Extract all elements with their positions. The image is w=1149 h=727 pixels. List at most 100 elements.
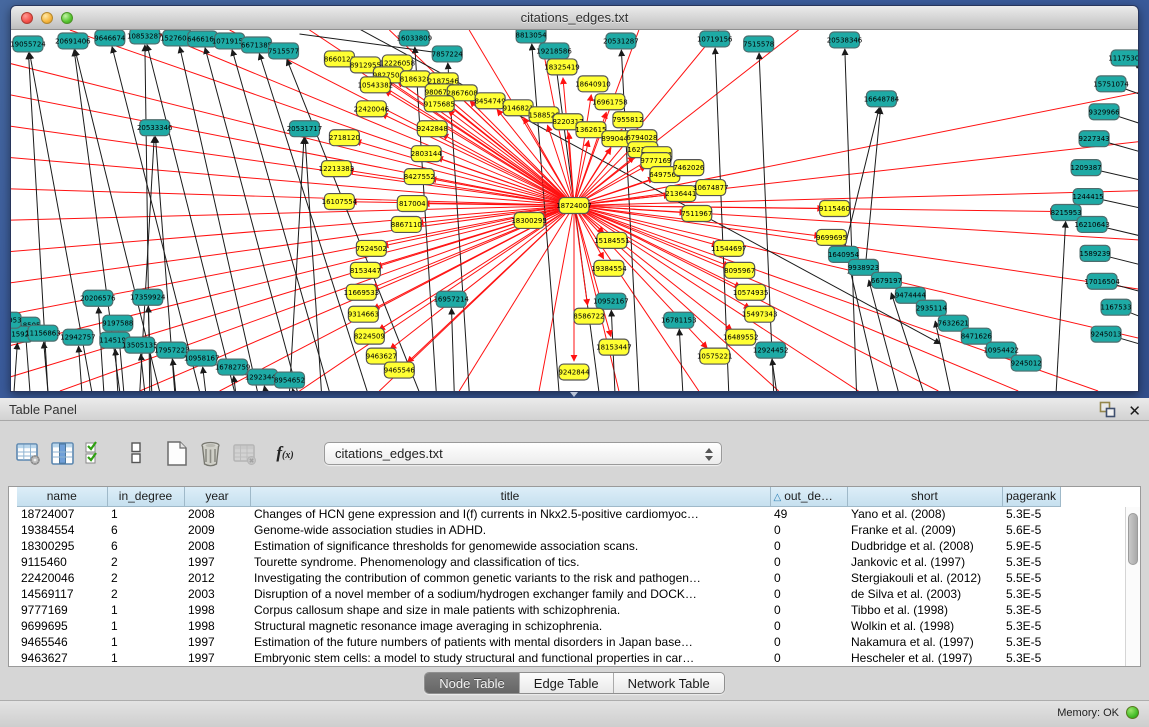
graph-node[interactable]: 16957214 xyxy=(433,291,469,307)
table-cell[interactable]: 5.3E-5 xyxy=(1002,554,1060,570)
graph-node[interactable]: 7462026 xyxy=(673,160,704,176)
table-cell[interactable]: 0 xyxy=(770,618,847,634)
graph-node[interactable]: 8454749 xyxy=(475,93,506,109)
graph-node[interactable]: 12213383 xyxy=(319,161,355,177)
table-cell[interactable]: 5.3E-5 xyxy=(1002,506,1060,522)
graph-node[interactable]: 7955812 xyxy=(612,112,643,128)
graph-node[interactable]: 7524502 xyxy=(356,240,387,256)
table-cell[interactable]: 0 xyxy=(770,522,847,538)
table-cell[interactable]: 9465546 xyxy=(17,634,107,650)
table-cell[interactable]: 1 xyxy=(107,650,184,666)
table-row[interactable]: 946362711997Embryonic stem cells: a mode… xyxy=(9,650,1127,666)
graph-node[interactable]: 20206576 xyxy=(80,290,116,306)
graph-node[interactable]: 1011953 xyxy=(11,312,22,328)
graph-node[interactable]: 9242848 xyxy=(417,121,448,137)
column-header-pagerank[interactable]: pagerank xyxy=(1002,487,1060,506)
select-all-button[interactable] xyxy=(82,439,110,467)
table-cell[interactable]: 49 xyxy=(770,506,847,522)
network-canvas[interactable]: 1905572420691406964667410853287152760216… xyxy=(11,30,1138,391)
table-cell[interactable]: 6 xyxy=(107,538,184,554)
graph-node[interactable]: 2803144 xyxy=(411,146,443,162)
function-builder-button[interactable]: f(x) xyxy=(268,443,302,463)
table-row[interactable]: 946554611997Estimation of the future num… xyxy=(9,634,1127,650)
graph-node[interactable]: 19055724 xyxy=(11,36,46,52)
table-scrollbar[interactable] xyxy=(1125,507,1140,666)
table-cell[interactable]: 19384554 xyxy=(17,522,107,538)
table-cell[interactable]: Investigating the contribution of common… xyxy=(250,570,770,586)
graph-node[interactable]: 16648784 xyxy=(864,91,900,107)
table-cell[interactable]: Jankovic et al. (1997) xyxy=(847,554,1002,570)
graph-node[interactable]: 10575221 xyxy=(697,348,733,364)
graph-node[interactable]: 11544697 xyxy=(711,240,747,256)
graph-node[interactable]: 17016504 xyxy=(1084,273,1120,289)
table-cell[interactable]: Changes of HCN gene expression and I(f) … xyxy=(250,506,770,522)
table-cell[interactable]: 0 xyxy=(770,602,847,618)
table-cell[interactable]: 1 xyxy=(107,506,184,522)
table-cell[interactable]: Nakamura et al. (1997) xyxy=(847,634,1002,650)
graph-node[interactable]: 12924452 xyxy=(753,342,789,358)
graph-node[interactable]: 8186328 xyxy=(400,71,431,87)
graph-node[interactable]: 8867110 xyxy=(391,216,422,232)
graph-node[interactable]: 10853287 xyxy=(127,30,163,44)
graph-node[interactable]: 9245013 xyxy=(1091,326,1122,342)
table-cell[interactable]: 1997 xyxy=(184,554,250,570)
table-cell[interactable]: Tibbo et al. (1998) xyxy=(847,602,1002,618)
graph-node[interactable]: 8471626 xyxy=(961,328,992,344)
table-cell[interactable]: 18300295 xyxy=(17,538,107,554)
table-cell[interactable]: 0 xyxy=(770,650,847,666)
column-header-in_degree[interactable]: in_degree xyxy=(107,487,184,506)
graph-node[interactable]: 9699695 xyxy=(816,229,847,245)
graph-node[interactable]: 8224509 xyxy=(354,328,385,344)
table-cell[interactable]: 0 xyxy=(770,634,847,650)
table-row[interactable]: 1456911722003Disruption of a novel membe… xyxy=(9,586,1127,602)
graph-node[interactable]: 8215953 xyxy=(1051,205,1082,221)
table-options-button[interactable] xyxy=(14,439,42,467)
graph-node[interactable]: 11669533 xyxy=(344,284,380,300)
table-cell[interactable]: 2008 xyxy=(184,538,250,554)
graph-node[interactable]: 8427552 xyxy=(404,169,435,185)
graph-node[interactable]: 1209387 xyxy=(1071,160,1102,176)
table-cell[interactable]: 18724007 xyxy=(17,506,107,522)
graph-node[interactable]: 16961758 xyxy=(592,94,628,110)
table-cell[interactable]: de Silva et al. (2003) xyxy=(847,586,1002,602)
graph-node[interactable]: 7515577 xyxy=(268,43,299,59)
graph-node[interactable]: 7511967 xyxy=(681,206,712,222)
graph-node[interactable]: 20531717 xyxy=(287,121,323,137)
table-cell[interactable]: 5.9E-5 xyxy=(1002,538,1060,554)
graph-node[interactable]: 9242844 xyxy=(558,364,590,380)
table-cell[interactable]: 2 xyxy=(107,586,184,602)
graph-node[interactable]: 18153447 xyxy=(596,339,632,355)
graph-node[interactable]: 16210643 xyxy=(1074,216,1110,232)
table-row[interactable]: 977716911998Corpus callosum shape and si… xyxy=(9,602,1127,618)
graph-node[interactable]: 9227343 xyxy=(1079,131,1110,147)
table-cell[interactable]: Embryonic stem cells: a model to study s… xyxy=(250,650,770,666)
graph-node[interactable]: 8813054 xyxy=(516,30,548,43)
graph-node[interactable]: 16489552 xyxy=(723,329,759,345)
graph-node[interactable]: 9646674 xyxy=(94,30,126,46)
graph-node[interactable]: 2935114 xyxy=(916,300,948,316)
graph-node[interactable]: 10674877 xyxy=(693,180,729,196)
graph-node[interactable]: 7515578 xyxy=(743,36,774,52)
graph-node[interactable]: 9465546 xyxy=(384,362,415,378)
graph-node[interactable]: 817004 xyxy=(397,196,427,212)
table-cell[interactable]: 9777169 xyxy=(17,602,107,618)
network-window[interactable]: citations_edges.txt 19055724206914069646… xyxy=(10,5,1139,392)
graph-node[interactable]: 15184551 xyxy=(594,232,630,248)
table-cell[interactable]: 5.3E-5 xyxy=(1002,618,1060,634)
table-cell[interactable]: 5.3E-5 xyxy=(1002,602,1060,618)
table-row[interactable]: 1938455462009Genome-wide association stu… xyxy=(9,522,1127,538)
table-cell[interactable]: 1 xyxy=(107,602,184,618)
column-header-title[interactable]: title xyxy=(250,487,770,506)
table-cell[interactable]: 5.6E-5 xyxy=(1002,522,1060,538)
table-cell[interactable]: 0 xyxy=(770,586,847,602)
table-cell[interactable]: Estimation of significance thresholds fo… xyxy=(250,538,770,554)
graph-node[interactable]: 20538346 xyxy=(827,32,863,48)
table-cell[interactable]: 5.5E-5 xyxy=(1002,570,1060,586)
splitter-collapse-handle[interactable] xyxy=(568,392,580,397)
graph-node[interactable]: 18724007 xyxy=(556,198,592,214)
graph-node[interactable]: 17359924 xyxy=(130,289,166,305)
table-cell[interactable]: 1997 xyxy=(184,634,250,650)
graph-node[interactable]: 11156863 xyxy=(25,325,61,341)
float-panel-icon[interactable] xyxy=(1099,401,1116,423)
table-cell[interactable]: Yano et al. (2008) xyxy=(847,506,1002,522)
